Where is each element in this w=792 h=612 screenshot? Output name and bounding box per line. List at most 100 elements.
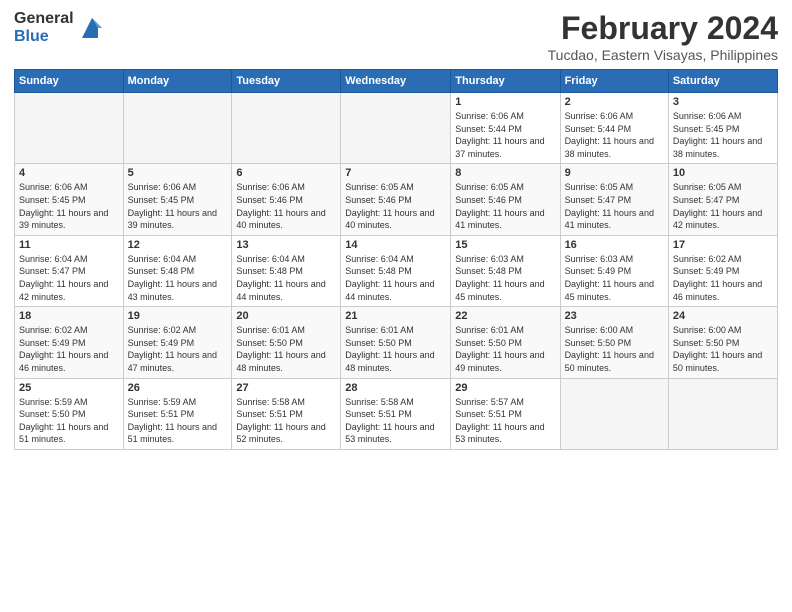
day-number: 13 xyxy=(236,239,336,251)
day-info: Sunrise: 6:05 AM Sunset: 5:46 PM Dayligh… xyxy=(455,181,555,231)
weekday-monday: Monday xyxy=(123,70,232,93)
day-cell: 29 Sunrise: 5:57 AM Sunset: 5:51 PM Dayli… xyxy=(451,378,560,449)
day-cell: 4 Sunrise: 6:06 AM Sunset: 5:45 PM Daylig… xyxy=(15,164,124,235)
day-info: Sunrise: 5:58 AM Sunset: 5:51 PM Dayligh… xyxy=(236,396,336,446)
day-number: 26 xyxy=(128,382,228,394)
weekday-tuesday: Tuesday xyxy=(232,70,341,93)
day-info: Sunrise: 6:06 AM Sunset: 5:45 PM Dayligh… xyxy=(128,181,228,231)
day-cell: 15Sunrise: 6:03 AM Sunset: 5:48 PM Dayli… xyxy=(451,235,560,306)
logo-text: General Blue xyxy=(14,10,74,45)
day-cell: 20 Sunrise: 6:01 AM Sunset: 5:50 PM Dayli… xyxy=(232,307,341,378)
day-cell: 7Sunrise: 6:05 AM Sunset: 5:46 PM Daylig… xyxy=(341,164,451,235)
day-cell: 28Sunrise: 5:58 AM Sunset: 5:51 PM Dayli… xyxy=(341,378,451,449)
day-info: Sunrise: 6:01 AM Sunset: 5:50 PM Dayligh… xyxy=(236,324,336,374)
day-cell xyxy=(15,93,124,164)
day-number: 6 xyxy=(236,167,336,179)
day-info: Sunrise: 6:00 AM Sunset: 5:50 PM Dayligh… xyxy=(673,324,773,374)
day-number: 24 xyxy=(673,310,773,322)
week-row-0: 1 Sunrise: 6:06 AM Sunset: 5:44 PM Daylig… xyxy=(15,93,778,164)
week-row-4: 25 Sunrise: 5:59 AM Sunset: 5:50 PM Dayli… xyxy=(15,378,778,449)
day-cell: 21 Sunrise: 6:01 AM Sunset: 5:50 PM Dayli… xyxy=(341,307,451,378)
day-cell xyxy=(560,378,668,449)
day-cell xyxy=(232,93,341,164)
day-cell: 10 Sunrise: 6:05 AM Sunset: 5:47 PM Dayli… xyxy=(668,164,777,235)
logo: General Blue xyxy=(14,10,106,45)
calendar-body: 1 Sunrise: 6:06 AM Sunset: 5:44 PM Daylig… xyxy=(15,93,778,450)
day-info: Sunrise: 6:05 AM Sunset: 5:47 PM Dayligh… xyxy=(565,181,664,231)
day-number: 9 xyxy=(565,167,664,179)
day-info: Sunrise: 6:06 AM Sunset: 5:44 PM Dayligh… xyxy=(565,110,664,160)
day-number: 10 xyxy=(673,167,773,179)
day-info: Sunrise: 6:04 AM Sunset: 5:47 PM Dayligh… xyxy=(19,253,119,303)
day-cell: 27 Sunrise: 5:58 AM Sunset: 5:51 PM Dayli… xyxy=(232,378,341,449)
day-number: 8 xyxy=(455,167,555,179)
day-number: 19 xyxy=(128,310,228,322)
day-info: Sunrise: 6:03 AM Sunset: 5:48 PM Dayligh… xyxy=(455,253,555,303)
day-info: Sunrise: 6:01 AM Sunset: 5:50 PM Dayligh… xyxy=(345,324,446,374)
day-info: Sunrise: 6:04 AM Sunset: 5:48 PM Dayligh… xyxy=(345,253,446,303)
day-info: Sunrise: 6:06 AM Sunset: 5:45 PM Dayligh… xyxy=(673,110,773,160)
day-cell: 25 Sunrise: 5:59 AM Sunset: 5:50 PM Dayli… xyxy=(15,378,124,449)
day-number: 17 xyxy=(673,239,773,251)
day-cell: 2 Sunrise: 6:06 AM Sunset: 5:44 PM Daylig… xyxy=(560,93,668,164)
day-info: Sunrise: 6:02 AM Sunset: 5:49 PM Dayligh… xyxy=(19,324,119,374)
day-number: 29 xyxy=(455,382,555,394)
page: General Blue February 2024 Tucdao, Easte… xyxy=(0,0,792,612)
day-cell: 23 Sunrise: 6:00 AM Sunset: 5:50 PM Dayli… xyxy=(560,307,668,378)
main-title: February 2024 xyxy=(548,10,778,47)
day-info: Sunrise: 5:59 AM Sunset: 5:50 PM Dayligh… xyxy=(19,396,119,446)
day-cell: 5Sunrise: 6:06 AM Sunset: 5:45 PM Daylig… xyxy=(123,164,232,235)
title-block: February 2024 Tucdao, Eastern Visayas, P… xyxy=(548,10,778,63)
day-info: Sunrise: 6:05 AM Sunset: 5:47 PM Dayligh… xyxy=(673,181,773,231)
day-cell: 18 Sunrise: 6:02 AM Sunset: 5:49 PM Dayli… xyxy=(15,307,124,378)
weekday-wednesday: Wednesday xyxy=(341,70,451,93)
calendar-header: SundayMondayTuesdayWednesdayThursdayFrid… xyxy=(15,70,778,93)
day-info: Sunrise: 6:04 AM Sunset: 5:48 PM Dayligh… xyxy=(236,253,336,303)
day-info: Sunrise: 6:06 AM Sunset: 5:46 PM Dayligh… xyxy=(236,181,336,231)
day-info: Sunrise: 5:57 AM Sunset: 5:51 PM Dayligh… xyxy=(455,396,555,446)
weekday-saturday: Saturday xyxy=(668,70,777,93)
day-number: 21 xyxy=(345,310,446,322)
day-info: Sunrise: 6:02 AM Sunset: 5:49 PM Dayligh… xyxy=(128,324,228,374)
weekday-sunday: Sunday xyxy=(15,70,124,93)
day-number: 2 xyxy=(565,96,664,108)
day-cell xyxy=(341,93,451,164)
day-cell: 19 Sunrise: 6:02 AM Sunset: 5:49 PM Dayli… xyxy=(123,307,232,378)
day-cell: 22Sunrise: 6:01 AM Sunset: 5:50 PM Dayli… xyxy=(451,307,560,378)
day-cell: 17Sunrise: 6:02 AM Sunset: 5:49 PM Dayli… xyxy=(668,235,777,306)
day-cell: 3Sunrise: 6:06 AM Sunset: 5:45 PM Daylig… xyxy=(668,93,777,164)
day-cell: 11 Sunrise: 6:04 AM Sunset: 5:47 PM Dayli… xyxy=(15,235,124,306)
day-number: 7 xyxy=(345,167,446,179)
day-info: Sunrise: 6:04 AM Sunset: 5:48 PM Dayligh… xyxy=(128,253,228,303)
week-row-3: 18 Sunrise: 6:02 AM Sunset: 5:49 PM Dayli… xyxy=(15,307,778,378)
day-number: 14 xyxy=(345,239,446,251)
logo-general: General xyxy=(14,10,74,28)
calendar-table: SundayMondayTuesdayWednesdayThursdayFrid… xyxy=(14,69,778,450)
day-number: 4 xyxy=(19,167,119,179)
subtitle: Tucdao, Eastern Visayas, Philippines xyxy=(548,47,778,63)
day-cell: 13 Sunrise: 6:04 AM Sunset: 5:48 PM Dayli… xyxy=(232,235,341,306)
day-number: 25 xyxy=(19,382,119,394)
day-cell xyxy=(123,93,232,164)
day-number: 23 xyxy=(565,310,664,322)
weekday-header-row: SundayMondayTuesdayWednesdayThursdayFrid… xyxy=(15,70,778,93)
day-cell: 16Sunrise: 6:03 AM Sunset: 5:49 PM Dayli… xyxy=(560,235,668,306)
day-cell: 9 Sunrise: 6:05 AM Sunset: 5:47 PM Daylig… xyxy=(560,164,668,235)
day-number: 28 xyxy=(345,382,446,394)
day-number: 27 xyxy=(236,382,336,394)
day-number: 11 xyxy=(19,239,119,251)
day-cell: 8 Sunrise: 6:05 AM Sunset: 5:46 PM Daylig… xyxy=(451,164,560,235)
day-number: 18 xyxy=(19,310,119,322)
day-cell: 6 Sunrise: 6:06 AM Sunset: 5:46 PM Daylig… xyxy=(232,164,341,235)
week-row-2: 11 Sunrise: 6:04 AM Sunset: 5:47 PM Dayli… xyxy=(15,235,778,306)
day-number: 20 xyxy=(236,310,336,322)
logo-blue: Blue xyxy=(14,28,74,46)
day-cell: 12Sunrise: 6:04 AM Sunset: 5:48 PM Dayli… xyxy=(123,235,232,306)
day-info: Sunrise: 6:01 AM Sunset: 5:50 PM Dayligh… xyxy=(455,324,555,374)
day-info: Sunrise: 6:06 AM Sunset: 5:45 PM Dayligh… xyxy=(19,181,119,231)
day-info: Sunrise: 5:59 AM Sunset: 5:51 PM Dayligh… xyxy=(128,396,228,446)
day-info: Sunrise: 6:00 AM Sunset: 5:50 PM Dayligh… xyxy=(565,324,664,374)
day-cell: 26 Sunrise: 5:59 AM Sunset: 5:51 PM Dayli… xyxy=(123,378,232,449)
day-number: 1 xyxy=(455,96,555,108)
day-info: Sunrise: 6:06 AM Sunset: 5:44 PM Dayligh… xyxy=(455,110,555,160)
